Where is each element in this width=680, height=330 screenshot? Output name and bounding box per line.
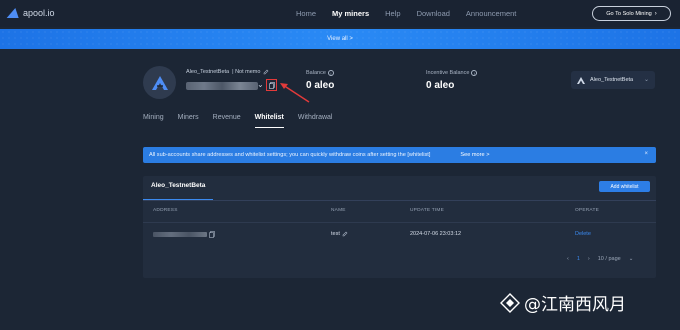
copy-icon[interactable] (209, 231, 215, 238)
column-address: ADDRESS (153, 208, 178, 213)
balance-label: Balance (306, 70, 326, 76)
edit-icon[interactable] (263, 69, 269, 75)
aleo-small-icon (577, 76, 585, 84)
solo-mining-button[interactable]: Go To Solo Mining › (592, 6, 671, 21)
account-name-row: Aleo_TestnetBeta | Not memo (186, 69, 269, 75)
account-tabs: Mining Miners Revenue Whitelist Withdraw… (143, 114, 346, 128)
row-name: test (331, 231, 348, 237)
next-page-button[interactable]: › (588, 256, 590, 262)
info-alert: All sub-accounts share addresses and whi… (143, 147, 656, 163)
account-name: Aleo_TestnetBeta (186, 69, 230, 75)
copy-address-button[interactable] (266, 79, 277, 91)
panel-tab-aleo[interactable]: Aleo_TestnetBeta (151, 182, 205, 189)
table-header: ADDRESS NAME UPDATE TIME OPERATE (143, 204, 656, 218)
tab-whitelist[interactable]: Whitelist (254, 114, 284, 128)
see-more-link[interactable]: See more > (460, 152, 489, 158)
incentive-value: 0 aleo (426, 80, 455, 91)
panel-divider (143, 200, 656, 201)
chevron-down-icon: ⌄ (628, 256, 634, 262)
page-1-button[interactable]: 1 (577, 256, 580, 262)
row-address (153, 231, 215, 238)
edit-icon[interactable] (342, 231, 348, 237)
balance-value: 0 aleo (306, 80, 335, 91)
nav-download[interactable]: Download (417, 9, 450, 18)
table-row: test 2024-07-06 23:03:12 Delete (143, 222, 656, 242)
tab-miners[interactable]: Miners (178, 114, 199, 128)
incentive-label-row: Incentive Balance i (426, 70, 478, 76)
watermark: @江南西风月 (500, 290, 626, 315)
chevron-down-icon: ⌄ (643, 77, 649, 83)
top-navbar: apool.io Home My miners Help Download An… (0, 0, 680, 27)
watermark-text: @江南西风月 (524, 295, 626, 315)
prev-page-button[interactable]: ‹ (567, 256, 569, 262)
info-alert-text: All sub-accounts share addresses and whi… (149, 152, 431, 158)
announcement-banner[interactable]: View all > (0, 29, 680, 49)
close-icon[interactable]: × (644, 151, 648, 157)
tab-revenue[interactable]: Revenue (213, 114, 241, 128)
row-update-time: 2024-07-06 23:03:12 (410, 231, 462, 237)
nav-help[interactable]: Help (385, 9, 400, 18)
tab-withdrawal[interactable]: Withdrawal (298, 114, 333, 128)
balance-label-row: Balance i (306, 70, 334, 76)
nav-announcement[interactable]: Announcement (466, 9, 516, 18)
coin-select-value: Aleo_TestnetBeta (590, 77, 634, 83)
main-nav: Home My miners Help Download Announcemen… (296, 0, 532, 27)
chevron-down-icon[interactable]: ⌄ (257, 80, 264, 89)
account-memo: | Not memo (232, 69, 261, 75)
tab-mining[interactable]: Mining (143, 114, 164, 128)
chevron-right-icon: › (654, 10, 657, 17)
view-all-link[interactable]: View all > (327, 36, 353, 42)
account-address-blurred (186, 82, 258, 90)
incentive-label: Incentive Balance (426, 70, 470, 76)
column-name: NAME (331, 208, 346, 213)
row-name-value: test (331, 231, 340, 237)
nav-home[interactable]: Home (296, 9, 316, 18)
row-address-blurred (153, 232, 207, 237)
info-icon[interactable]: i (471, 70, 478, 76)
solo-mining-label: Go To Solo Mining (606, 10, 652, 17)
logo[interactable]: apool.io (6, 7, 55, 19)
coin-select[interactable]: Aleo_TestnetBeta ⌄ (571, 71, 655, 89)
add-whitelist-button[interactable]: Add whitelist (599, 181, 650, 192)
column-operate: OPERATE (575, 208, 599, 213)
aleo-logo-icon (151, 75, 168, 90)
delete-link[interactable]: Delete (575, 231, 591, 237)
info-icon[interactable]: i (327, 70, 334, 76)
logo-text: apool.io (23, 8, 55, 18)
watermark-logo-icon (500, 292, 520, 313)
pagination: ‹ 1 › 10 / page ⌄ (567, 256, 633, 262)
avatar (143, 66, 176, 99)
copy-icon (268, 81, 275, 89)
page-size-select[interactable]: 10 / page (598, 256, 621, 262)
column-update-time: UPDATE TIME (410, 208, 445, 213)
whitelist-panel: Aleo_TestnetBeta Add whitelist ADDRESS N… (143, 176, 656, 278)
logo-icon (6, 8, 22, 18)
nav-my-miners[interactable]: My miners (332, 9, 369, 18)
